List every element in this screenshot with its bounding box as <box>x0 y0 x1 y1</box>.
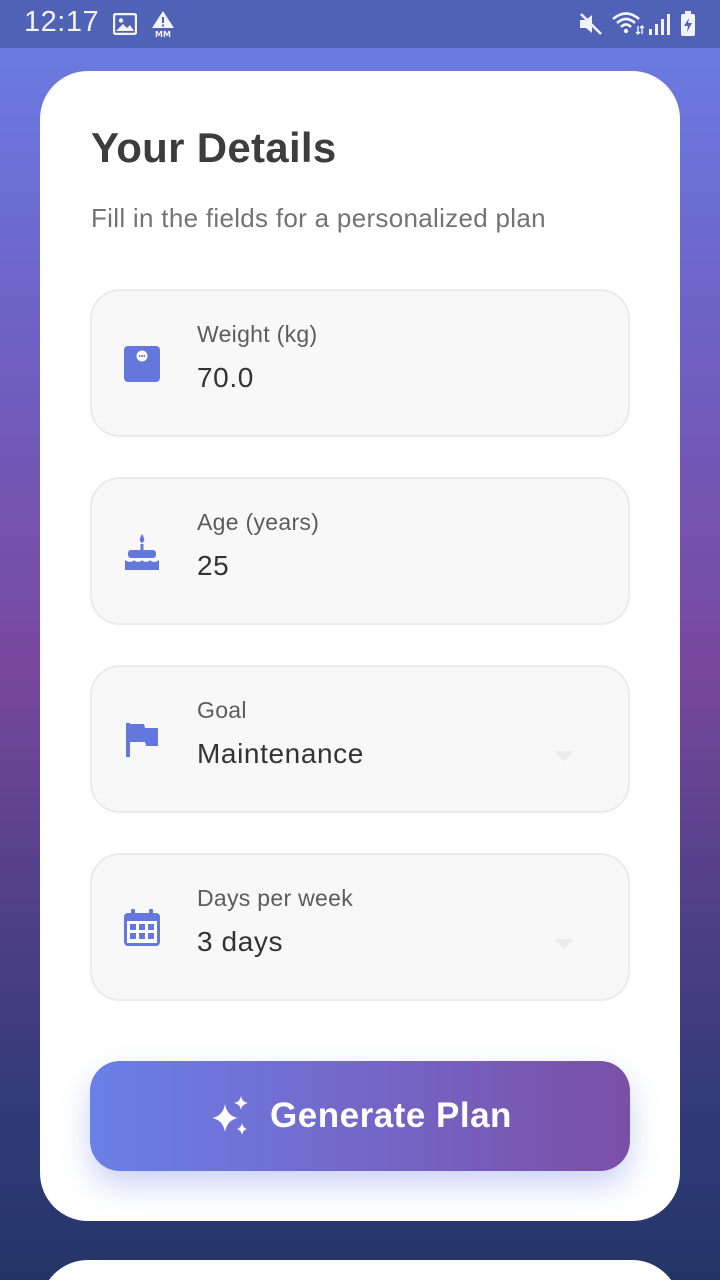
status-bar: 12:17 MM <box>0 0 720 48</box>
scale-icon <box>124 346 160 382</box>
goal-field[interactable]: Goal Maintenance <box>90 665 630 813</box>
calendar-icon <box>124 909 160 946</box>
flag-icon <box>126 723 158 757</box>
generate-plan-label: Generate Plan <box>270 1096 512 1135</box>
days-label: Days per week <box>197 885 354 911</box>
goal-label: Goal <box>197 697 247 723</box>
next-card <box>40 1260 680 1280</box>
days-select[interactable]: 3 days <box>197 926 283 958</box>
page-title: Your Details <box>91 124 337 171</box>
page-subtitle: Fill in the fields for a personalized pl… <box>91 203 546 233</box>
weight-field[interactable]: Weight (kg) 70.0 <box>90 289 630 437</box>
status-time: 12:17 <box>24 6 100 38</box>
chevron-down-icon[interactable] <box>554 939 574 949</box>
sparkle-icon <box>212 1096 249 1135</box>
days-field[interactable]: Days per week 3 days <box>90 853 630 1001</box>
svg-text:MM: MM <box>155 30 171 38</box>
signal-icon <box>649 14 670 35</box>
generate-plan-button[interactable]: Generate Plan <box>90 1061 630 1171</box>
weight-input[interactable]: 70.0 <box>197 362 254 394</box>
mute-icon <box>580 13 602 35</box>
details-card: Your Details Fill in the fields for a pe… <box>40 71 680 1221</box>
alert-mm-icon: MM <box>152 11 174 38</box>
weight-label: Weight (kg) <box>197 321 318 347</box>
wifi-icon <box>612 12 645 35</box>
chevron-down-icon[interactable] <box>554 751 574 761</box>
battery-icon <box>681 11 695 36</box>
age-field[interactable]: Age (years) 25 <box>90 477 630 625</box>
age-input[interactable]: 25 <box>197 550 229 582</box>
goal-select[interactable]: Maintenance <box>197 738 364 770</box>
cake-icon <box>124 534 160 570</box>
image-icon <box>113 13 137 35</box>
age-label: Age (years) <box>197 509 320 535</box>
